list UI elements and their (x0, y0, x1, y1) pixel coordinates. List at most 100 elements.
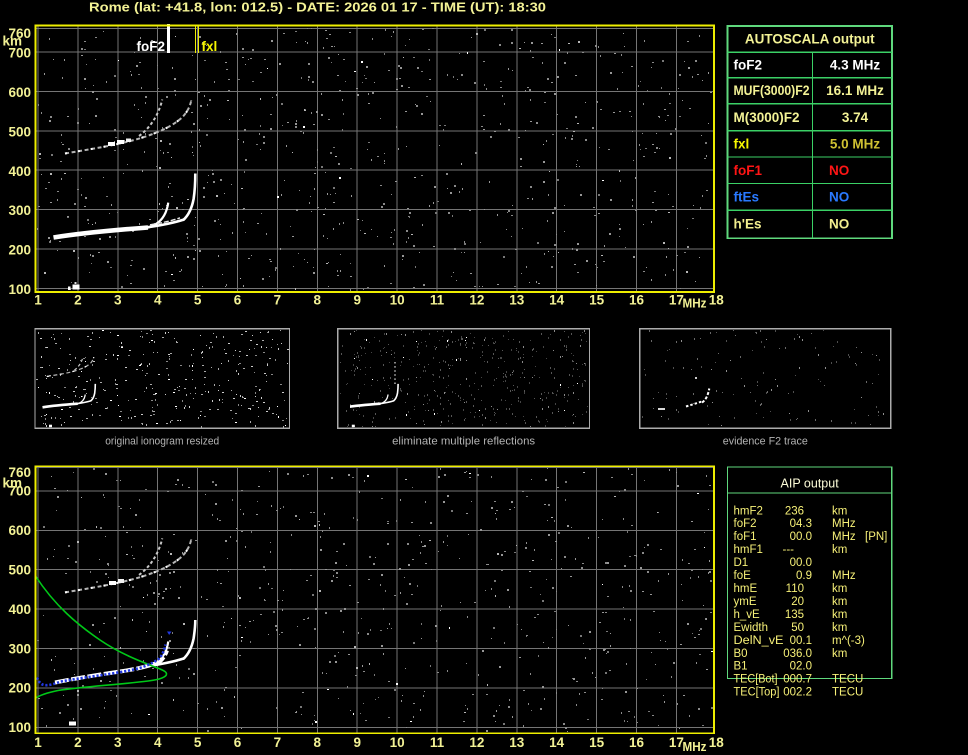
svg-text:7: 7 (274, 735, 282, 750)
svg-text:km: km (832, 596, 847, 608)
svg-text:8: 8 (314, 293, 322, 308)
svg-text:4.3 MHz: 4.3 MHz (830, 58, 881, 73)
svg-text:Ewidth: Ewidth (734, 622, 769, 634)
svg-text:TECU: TECU (832, 687, 863, 699)
svg-text:500: 500 (8, 124, 31, 139)
svg-text:B1: B1 (734, 661, 748, 673)
svg-text:km: km (832, 544, 847, 556)
svg-text:10: 10 (390, 735, 405, 750)
svg-text:8: 8 (314, 735, 322, 750)
svg-text:foF2: foF2 (137, 39, 166, 54)
svg-text:12: 12 (469, 735, 484, 750)
svg-text:km: km (832, 622, 847, 634)
svg-text:TEC[Bot]: TEC[Bot] (734, 674, 778, 686)
svg-text:10: 10 (390, 293, 405, 308)
svg-text:135: 135 (785, 609, 804, 621)
svg-text:04.3: 04.3 (790, 518, 812, 530)
svg-text:7: 7 (274, 293, 282, 308)
svg-text:9: 9 (353, 293, 361, 308)
svg-text:002.2: 002.2 (783, 687, 812, 699)
svg-text:1: 1 (34, 293, 42, 308)
svg-text:200: 200 (8, 243, 31, 258)
svg-text:Rome (lat: +41.8, lon: 012.5): Rome (lat: +41.8, lon: 012.5) - DATE: 20… (89, 0, 546, 15)
svg-text:5: 5 (194, 293, 202, 308)
svg-text:NO: NO (829, 217, 849, 232)
svg-text:foF2: foF2 (734, 58, 763, 73)
svg-text:MHz: MHz (832, 570, 856, 582)
svg-text:km: km (832, 609, 847, 621)
svg-text:km: km (832, 505, 847, 517)
svg-text:400: 400 (8, 164, 31, 179)
svg-text:20: 20 (791, 596, 804, 608)
svg-text:TECU: TECU (832, 674, 863, 686)
svg-text:ftEs: ftEs (734, 189, 760, 204)
svg-text:16: 16 (629, 735, 645, 750)
svg-text:km: km (832, 648, 847, 660)
svg-text:foF2: foF2 (734, 518, 757, 530)
svg-text:original ionogram resized: original ionogram resized (105, 436, 219, 448)
svg-text:02.0: 02.0 (790, 661, 812, 673)
svg-text:h'Es: h'Es (734, 217, 762, 232)
svg-text:6: 6 (234, 735, 242, 750)
svg-text:14: 14 (549, 293, 565, 308)
svg-text:00.0: 00.0 (790, 531, 812, 543)
svg-text:400: 400 (8, 602, 31, 617)
svg-text:100: 100 (8, 720, 31, 735)
svg-text:4: 4 (154, 293, 162, 308)
svg-text:600: 600 (8, 523, 31, 538)
svg-text:110: 110 (786, 583, 804, 595)
svg-text:4: 4 (154, 735, 162, 750)
svg-text:hmF1: hmF1 (734, 544, 763, 556)
svg-text:16.1 MHz: 16.1 MHz (826, 83, 884, 98)
svg-text:MHz: MHz (832, 531, 856, 543)
svg-text:200: 200 (8, 681, 31, 696)
svg-text:300: 300 (8, 203, 31, 218)
svg-text:D1: D1 (734, 557, 749, 569)
svg-text:3: 3 (114, 735, 122, 750)
svg-text:700: 700 (8, 484, 31, 499)
svg-text:fxl: fxl (734, 136, 750, 151)
svg-text:B0: B0 (734, 648, 748, 660)
svg-text:5.0 MHz: 5.0 MHz (830, 136, 881, 151)
svg-text:18: 18 (709, 293, 725, 308)
svg-text:100: 100 (8, 282, 31, 297)
svg-text:foF1: foF1 (734, 163, 763, 178)
svg-text:18: 18 (709, 735, 725, 750)
svg-text:13: 13 (509, 735, 525, 750)
svg-text:M(3000)F2: M(3000)F2 (734, 110, 800, 125)
svg-text:13: 13 (509, 293, 525, 308)
svg-text:236: 236 (785, 505, 804, 517)
svg-text:036.0: 036.0 (783, 648, 812, 660)
svg-text:AIP output: AIP output (781, 477, 840, 491)
svg-text:[PN]: [PN] (865, 531, 887, 543)
svg-text:foF1: foF1 (734, 531, 757, 543)
svg-text:11: 11 (430, 735, 445, 750)
svg-text:hmF2: hmF2 (734, 505, 763, 517)
svg-text:16: 16 (629, 293, 645, 308)
svg-text:2: 2 (74, 735, 82, 750)
svg-text:15: 15 (589, 735, 605, 750)
svg-text:1: 1 (34, 735, 42, 750)
svg-text:---: --- (783, 544, 795, 556)
svg-text:NO: NO (829, 189, 849, 204)
svg-text:eliminate multiple reflections: eliminate multiple reflections (392, 436, 536, 448)
svg-text:MUF(3000)F2: MUF(3000)F2 (734, 83, 810, 98)
svg-text:15: 15 (589, 293, 605, 308)
svg-text:evidence F2 trace: evidence F2 trace (723, 436, 808, 448)
svg-text:500: 500 (8, 563, 31, 578)
svg-text:9: 9 (353, 735, 361, 750)
svg-text:5: 5 (194, 735, 202, 750)
svg-text:fxl: fxl (202, 39, 218, 54)
svg-text:hmE: hmE (734, 583, 758, 595)
svg-text:12: 12 (469, 293, 484, 308)
svg-text:MHz: MHz (832, 518, 856, 530)
svg-text:700: 700 (8, 46, 31, 61)
svg-text:NO: NO (829, 163, 849, 178)
svg-text:000.7: 000.7 (783, 674, 812, 686)
svg-text:m^(-3): m^(-3) (832, 635, 865, 647)
svg-text:2: 2 (74, 293, 82, 308)
svg-text:DelN_vE: DelN_vE (734, 635, 784, 647)
svg-text:MHz: MHz (683, 297, 707, 311)
svg-text:TEC[Top]: TEC[Top] (734, 687, 780, 699)
svg-text:600: 600 (8, 85, 31, 100)
